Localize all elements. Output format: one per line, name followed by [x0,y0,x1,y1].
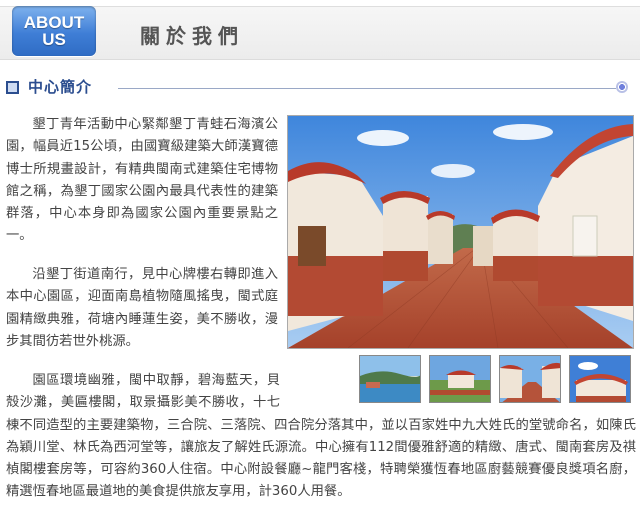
header-bar [0,6,640,60]
minnan-street-illustration [288,116,633,348]
thumbnail-photo-1[interactable] [359,355,421,403]
thumbnail-gallery [357,355,632,403]
intro-paragraph-1: 墾丁青年活動中心緊鄰墾丁青蛙石海濱公園，幅員近15公頃，由國寶級建築大師漢寶德博… [6,114,278,248]
badge-line-1: ABOUT [23,13,85,32]
section-title: 中心簡介 [28,78,93,96]
intro-paragraph-2: 沿墾丁街道南行，見中心牌樓右轉即進入本中心園區，迎面南島植物隨風搖曳，閩式庭園精… [6,264,278,353]
badge-line-2: US [42,30,66,49]
coast-thumbnail-illustration [360,356,420,402]
circle-dot-icon [616,81,628,93]
courtyard-thumbnail-illustration [430,356,490,402]
street-thumbnail-illustration [500,356,560,402]
square-bullet-icon [6,81,19,94]
paragraph-2-text: 沿墾丁街道南行，見中心牌樓右轉即進入本中心園區，迎面南島植物隨風搖曳，閩式庭園精… [6,267,278,349]
thumbnail-photo-3[interactable] [499,355,561,403]
building-thumbnail-illustration [570,356,630,402]
section-divider [118,88,616,89]
page-header: ABOUT US 關於我們 [0,0,640,64]
thumbnail-photo-4[interactable] [569,355,631,403]
paragraph-1-text: 墾丁青年活動中心緊鄰墾丁青蛙石海濱公園，幅員近15公頃，由國寶級建築大師漢寶德博… [6,117,278,244]
thumbnail-photo-2[interactable] [429,355,491,403]
about-us-badge: ABOUT US [12,6,96,56]
page-title: 關於我們 [140,24,244,48]
section-heading: 中心簡介 [6,76,632,98]
main-photo [287,115,634,349]
